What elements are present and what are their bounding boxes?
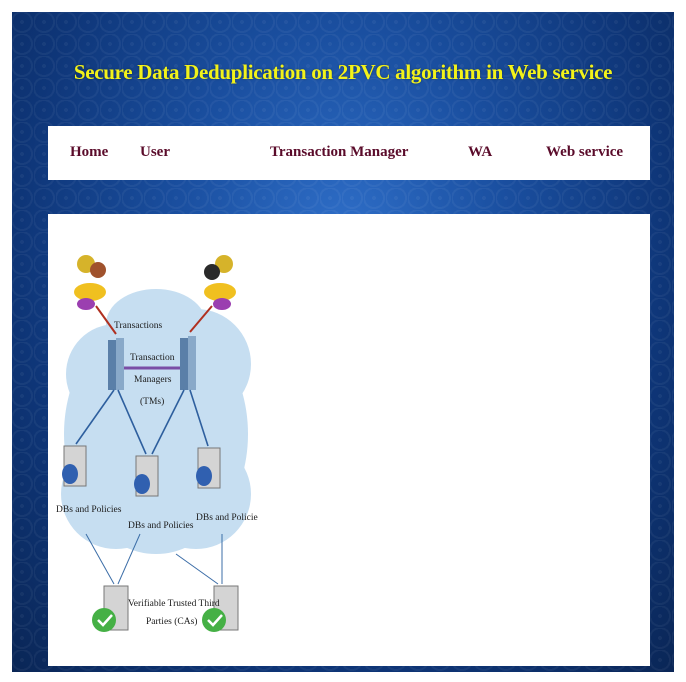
label-ttp-2: Parties (CAs): [146, 616, 197, 627]
nav-web-service-link[interactable]: Web service: [546, 144, 623, 161]
nav-transaction-manager-link[interactable]: Transaction Manager: [270, 144, 408, 161]
architecture-diagram: Transactions Transaction Managers (TMs) …: [56, 255, 258, 632]
label-ttp-1: Verifiable Trusted Third: [128, 598, 220, 609]
label-transactions: Transactions: [114, 321, 163, 331]
label-tm-3: (TMs): [140, 396, 164, 407]
label-db-left: DBs and Policies: [56, 505, 122, 515]
db-server-left-icon: [62, 445, 87, 487]
db-server-right-icon: [196, 447, 221, 489]
users-right-icon: [204, 255, 236, 310]
db-server-center-icon: [134, 455, 159, 497]
ttp-server-left-icon: [92, 585, 129, 632]
content-panel: Transactions Transaction Managers (TMs) …: [48, 214, 650, 666]
tm-server-right-icon: [180, 336, 196, 390]
nav-home-link[interactable]: Home: [70, 144, 108, 161]
page-title: Secure Data Deduplication on 2PVC algori…: [73, 60, 613, 84]
tm-server-left-icon: [108, 338, 124, 390]
nav-wa-link[interactable]: WA: [468, 144, 492, 161]
label-tm-1: Transaction: [130, 353, 175, 363]
page-background: Secure Data Deduplication on 2PVC algori…: [12, 12, 674, 672]
ttp-server-right-icon: [202, 585, 239, 632]
label-db-center: DBs and Policies: [128, 521, 194, 531]
label-db-right: DBs and Policies: [196, 513, 258, 523]
label-tm-2: Managers: [134, 375, 172, 385]
nav-bar: Home User Transaction Manager WA Web ser…: [48, 126, 650, 180]
users-left-icon: [74, 255, 106, 310]
nav-user-link[interactable]: User: [140, 144, 170, 161]
